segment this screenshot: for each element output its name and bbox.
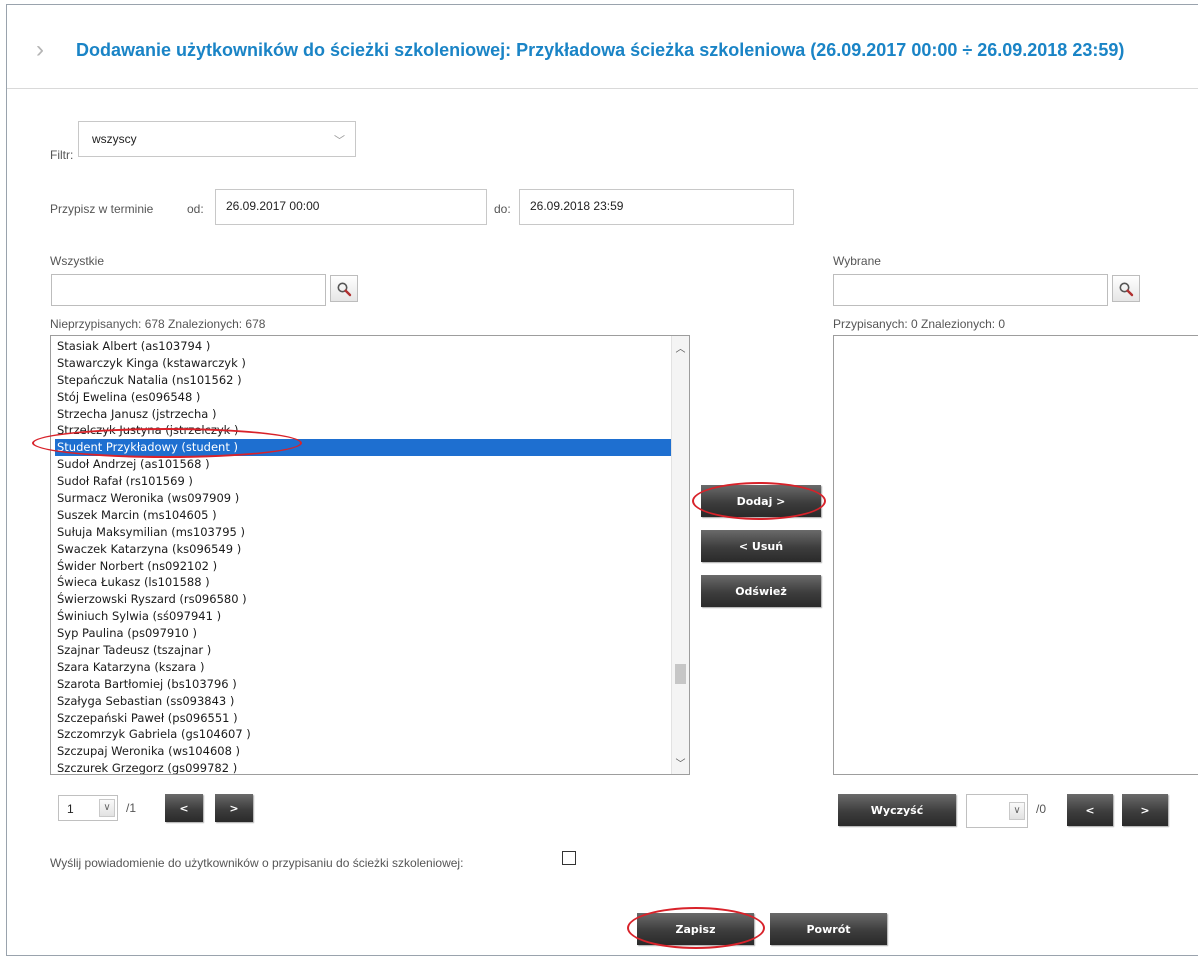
selected-users-listbox[interactable] <box>833 335 1198 775</box>
all-users-scrollbar[interactable]: ︿ ﹀ <box>671 336 689 774</box>
chevron-down-icon: ∨ <box>99 799 115 817</box>
all-users-list: Stasiak Albert (as103794 ) Stawarczyk Kin… <box>55 338 671 774</box>
header-divider <box>7 88 1198 89</box>
list-item[interactable]: Szczurek Grzegorz (gs099782 ) <box>55 760 671 774</box>
save-button[interactable]: Zapisz <box>637 913 754 945</box>
filter-value: wszyscy <box>92 132 137 146</box>
all-users-listbox[interactable]: Stasiak Albert (as103794 ) Stawarczyk Kin… <box>50 335 690 775</box>
list-item[interactable]: Stawarczyk Kinga (kstawarczyk ) <box>55 355 671 372</box>
list-item[interactable]: Szarota Bartłomiej (bs103796 ) <box>55 676 671 693</box>
filter-label: Filtr: <box>50 148 74 162</box>
list-item[interactable]: Szczomrzyk Gabriela (gs104607 ) <box>55 726 671 743</box>
magnifier-icon <box>1119 282 1134 296</box>
notify-label: Wyślij powiadomienie do użytkowników o p… <box>50 856 464 870</box>
scroll-down-icon[interactable]: ﹀ <box>672 755 689 770</box>
add-button[interactable]: Dodaj > <box>701 485 821 517</box>
page-title: Dodawanie użytkowników do ścieżki szkole… <box>76 40 1125 60</box>
list-item[interactable]: Szajnar Tadeusz (tszajnar ) <box>55 642 671 659</box>
list-item[interactable]: Szczepański Paweł (ps096551 ) <box>55 710 671 727</box>
list-item[interactable]: Sudoł Rafał (rs101569 ) <box>55 473 671 490</box>
list-item[interactable]: Szara Katarzyna (kszara ) <box>55 659 671 676</box>
right-prev-button[interactable]: < <box>1067 794 1113 826</box>
all-users-stats: Nieprzypisanych: 678 Znalezionych: 678 <box>50 317 266 331</box>
chevron-down-icon: ∨ <box>1009 802 1025 820</box>
list-item[interactable]: Sudoł Andrzej (as101568 ) <box>55 456 671 473</box>
list-item[interactable]: Swaczek Katarzyna (ks096549 ) <box>55 541 671 558</box>
right-page-total: /0 <box>1036 802 1047 816</box>
left-page-select[interactable]: 1 ∨ <box>58 795 118 821</box>
selected-users-title: Wybrane <box>833 254 881 268</box>
list-item[interactable]: Stepańczuk Natalia (ns101562 ) <box>55 372 671 389</box>
selected-users-search-button[interactable] <box>1112 275 1140 302</box>
list-item[interactable]: Świder Norbert (ns092102 ) <box>55 558 671 575</box>
right-next-button[interactable]: > <box>1122 794 1168 826</box>
list-item[interactable]: Stasiak Albert (as103794 ) <box>55 338 671 355</box>
list-item[interactable]: Świniuch Sylwia (sś097941 ) <box>55 608 671 625</box>
list-item[interactable]: Szałyga Sebastian (ss093843 ) <box>55 693 671 710</box>
to-label: do: <box>494 202 511 216</box>
all-users-search-input[interactable] <box>51 274 326 306</box>
left-next-button[interactable]: > <box>215 794 253 822</box>
filter-select[interactable]: wszyscy ﹀ <box>78 121 356 157</box>
list-item[interactable]: Suszek Marcin (ms104605 ) <box>55 507 671 524</box>
list-item[interactable]: Świerzowski Ryszard (rs096580 ) <box>55 591 671 608</box>
all-users-title: Wszystkie <box>50 254 104 268</box>
chevron-right-icon: › <box>36 36 44 63</box>
list-item[interactable]: Sułuja Maksymilian (ms103795 ) <box>55 524 671 541</box>
notify-checkbox[interactable] <box>562 851 576 865</box>
list-item[interactable]: Student Przykładowy (student ) <box>55 439 671 457</box>
right-page-select[interactable]: ∨ <box>966 794 1028 828</box>
refresh-button[interactable]: Odśwież <box>701 575 821 607</box>
all-users-search-button[interactable] <box>330 275 358 302</box>
chevron-down-icon: ﹀ <box>334 135 345 147</box>
scroll-thumb[interactable] <box>675 664 686 684</box>
list-item[interactable]: Syp Paulina (ps097910 ) <box>55 625 671 642</box>
scroll-up-icon[interactable]: ︿ <box>672 340 689 355</box>
clear-button[interactable]: Wyczyść <box>838 794 956 826</box>
assign-label: Przypisz w terminie <box>50 202 154 216</box>
left-page-value: 1 <box>67 802 74 816</box>
left-page-total: /1 <box>126 801 137 815</box>
list-item[interactable]: Surmacz Weronika (ws097909 ) <box>55 490 671 507</box>
list-item[interactable]: Świeca Łukasz (ls101588 ) <box>55 574 671 591</box>
list-item[interactable]: Szczupaj Weronika (ws104608 ) <box>55 743 671 760</box>
date-to-input[interactable]: 26.09.2018 23:59 <box>519 189 794 225</box>
back-button[interactable]: Powrót <box>770 913 887 945</box>
remove-button[interactable]: < Usuń <box>701 530 821 562</box>
selected-users-search-input[interactable] <box>833 274 1108 306</box>
list-item[interactable]: Strzelczyk Justyna (jstrzelczyk ) <box>55 422 671 439</box>
selected-users-stats: Przypisanych: 0 Znalezionych: 0 <box>833 317 1006 331</box>
date-from-input[interactable]: 26.09.2017 00:00 <box>215 189 487 225</box>
left-prev-button[interactable]: < <box>165 794 203 822</box>
list-item[interactable]: Strzecha Janusz (jstrzecha ) <box>55 406 671 423</box>
magnifier-icon <box>337 282 352 296</box>
list-item[interactable]: Stój Ewelina (es096548 ) <box>55 389 671 406</box>
from-label: od: <box>187 202 204 216</box>
